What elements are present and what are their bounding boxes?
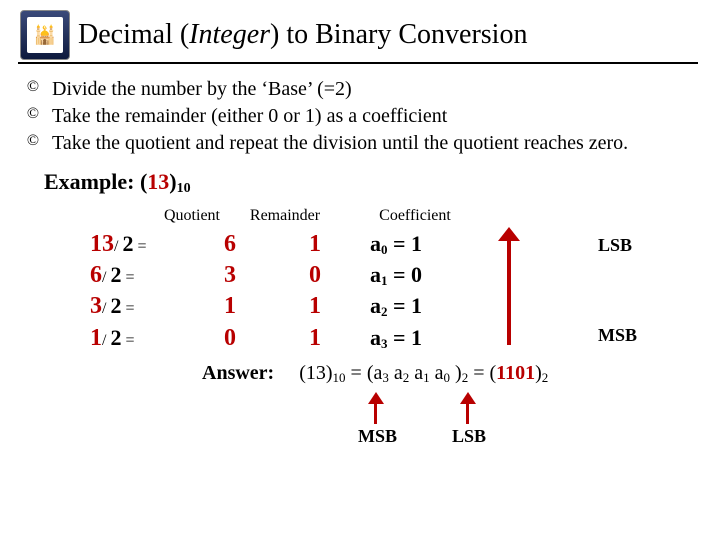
bullet-icon: © [24, 130, 42, 152]
arrow-up-icon [498, 227, 520, 241]
msb-label: MSB [598, 325, 637, 346]
slide-title: Decimal (Integer) to Binary Conversion [78, 19, 527, 51]
answer-bit-labels: MSB LSB [90, 392, 700, 452]
university-logo: 🕌 [20, 10, 70, 60]
worked-example: Quotient Remainder Coefficient 13/ 2 =61… [90, 207, 700, 452]
division-row: 3/ 2 =11a2 = 1 [90, 291, 700, 322]
col-header-quotient: Quotient [90, 207, 220, 225]
answer-line: Answer: (13)10 = (a3 a2 a1 a0 )2 = (1101… [202, 362, 700, 386]
bullet-text: Divide the number by the ‘Base’ (=2) [52, 76, 352, 103]
lsb-label: LSB [598, 235, 632, 256]
lsb-label-bottom: LSB [452, 426, 486, 447]
col-header-remainder: Remainder [220, 207, 350, 225]
bullet-text: Take the remainder (either 0 or 1) as a … [52, 103, 447, 130]
lsb-to-msb-arrow [498, 229, 520, 349]
bullet-icon: © [24, 76, 42, 98]
bullet-text: Take the quotient and repeat the divisio… [52, 130, 628, 157]
bullet-list: © Divide the number by the ‘Base’ (=2) © T… [24, 76, 700, 157]
mosque-icon: 🕌 [34, 25, 56, 46]
example-heading: Example: (13)10 [44, 169, 700, 197]
col-header-coefficient: Coefficient [350, 207, 480, 225]
msb-label-bottom: MSB [358, 426, 397, 447]
title-underline [18, 62, 698, 64]
division-row: 6/ 2 =30a1 = 0 [90, 260, 700, 291]
bullet-icon: © [24, 103, 42, 125]
